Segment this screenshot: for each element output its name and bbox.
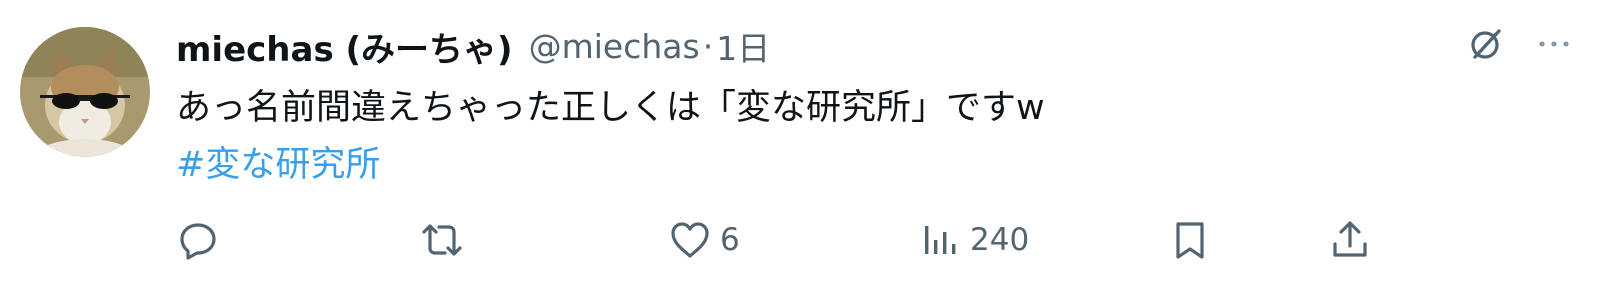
views-icon [925, 226, 956, 254]
more-icon[interactable] [1536, 38, 1572, 50]
reply-icon [180, 223, 216, 260]
share-icon [1333, 221, 1367, 257]
hashtag-link[interactable]: #変な研究所 [176, 137, 380, 193]
separator-dot: · [702, 26, 714, 66]
reply-button[interactable] [176, 212, 220, 268]
avatar[interactable] [20, 27, 150, 157]
grok-icon[interactable] [1466, 24, 1506, 64]
tweet[interactable]: miechas (みーちゃ) @miechas · 1日 あっ名前間違えちゃった… [0, 0, 1600, 290]
top-right-icons [1466, 24, 1572, 64]
like-count: 6 [720, 222, 740, 258]
bookmark-icon [1176, 222, 1204, 259]
like-button[interactable]: 6 [668, 212, 740, 268]
action-bar: 6 240 [0, 212, 1600, 268]
retweet-icon [422, 224, 462, 256]
heart-icon [671, 222, 709, 258]
tweet-header: miechas (みーちゃ) @miechas · 1日 [176, 18, 770, 74]
bookmark-button[interactable] [1168, 212, 1212, 268]
tweet-text: あっ名前間違えちゃった正しくは「変な研究所」ですw [176, 88, 1045, 128]
avatar-cat-image [20, 27, 150, 157]
share-button[interactable] [1328, 212, 1372, 268]
timestamp[interactable]: 1日 [716, 22, 770, 70]
retweet-button[interactable] [418, 212, 466, 268]
views-count: 240 [970, 222, 1030, 258]
user-handle[interactable]: @miechas [529, 27, 700, 66]
display-name[interactable]: miechas (みーちゃ) [176, 22, 513, 71]
views-button[interactable]: 240 [918, 212, 1029, 268]
